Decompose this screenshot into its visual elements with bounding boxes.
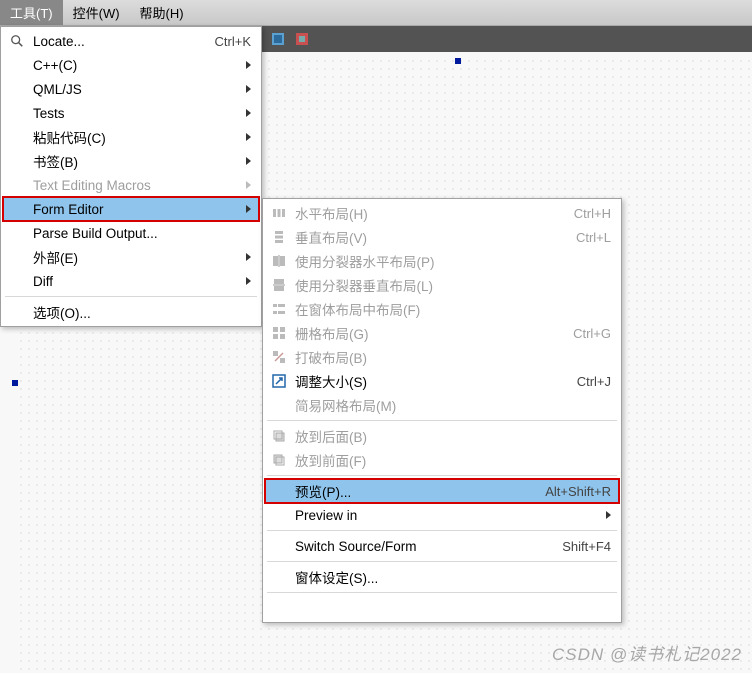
mi-external[interactable]: 外部(E) [3,245,259,269]
mi-options[interactable]: 选项(O)... [3,300,259,324]
mi-preview[interactable]: 预览(P)...Alt+Shift+R [265,479,619,503]
mi-locate[interactable]: Locate... Ctrl+K [3,29,259,53]
layout-h-icon [271,205,287,221]
menu-separator [267,530,617,531]
chevron-right-icon [246,61,251,69]
mi-parse-build[interactable]: Parse Build Output... [3,221,259,245]
chevron-right-icon [246,133,251,141]
mi-layout-v[interactable]: 垂直布局(V)Ctrl+L [265,225,619,249]
mi-bookmarks[interactable]: 书签(B) [3,149,259,173]
menu-help[interactable]: 帮助(H) [130,0,194,25]
splitter-h-icon [271,253,287,269]
toolbar-icon-1[interactable] [270,31,286,47]
mi-send-back[interactable]: 放到后面(B) [265,424,619,448]
menu-widgets[interactable]: 控件(W) [63,0,130,25]
search-icon [9,33,25,49]
mi-diff[interactable]: Diff [3,269,259,293]
chevron-right-icon [246,157,251,165]
tools-menu: Locate... Ctrl+K C++(C) QML/JS Tests 粘贴代… [0,26,262,327]
menu-separator [5,296,257,297]
grid-layout-icon [271,325,287,341]
menu-tools[interactable]: 工具(T) [0,0,63,25]
mi-adjust-size[interactable]: 调整大小(S)Ctrl+J [265,369,619,393]
send-back-icon [271,428,287,444]
mi-layout-h[interactable]: 水平布局(H)Ctrl+H [265,201,619,225]
selection-handle-left[interactable] [12,380,18,386]
bring-front-icon [271,452,287,468]
chevron-right-icon [246,253,251,261]
mi-splitter-h[interactable]: 使用分裂器水平布局(P) [265,249,619,273]
mi-simplify-grid[interactable]: 简易网格布局(M) [265,393,619,417]
mi-cpp[interactable]: C++(C) [3,53,259,77]
mi-qmljs[interactable]: QML/JS [3,77,259,101]
mi-form-editor[interactable]: Form Editor [3,197,259,221]
mi-form-layout[interactable]: 在窗体布局中布局(F) [265,297,619,321]
form-layout-icon [271,301,287,317]
chevron-right-icon [246,109,251,117]
menu-separator [267,561,617,562]
mi-form-settings[interactable]: 窗体设定(S)... [265,565,619,589]
watermark: CSDN @读书札记2022 [552,640,742,665]
menubar: 工具(T) 控件(W) 帮助(H) [0,0,752,26]
mi-preview-in[interactable]: Preview in [265,503,619,527]
mi-grid-layout[interactable]: 栅格布局(G)Ctrl+G [265,321,619,345]
layout-v-icon [271,229,287,245]
chevron-right-icon [246,277,251,285]
mi-paste-code[interactable]: 粘贴代码(C) [3,125,259,149]
mi-tests[interactable]: Tests [3,101,259,125]
selection-handle-top[interactable] [455,58,461,64]
toolbar-icon-2[interactable] [294,31,310,47]
mi-splitter-v[interactable]: 使用分裂器垂直布局(L) [265,273,619,297]
mi-text-macros[interactable]: Text Editing Macros [3,173,259,197]
menu-separator [267,420,617,421]
break-layout-icon [271,349,287,365]
menu-separator [267,475,617,476]
menu-separator [267,592,617,593]
mi-switch-source-form[interactable]: Switch Source/FormShift+F4 [265,534,619,558]
mi-break-layout[interactable]: 打破布局(B) [265,345,619,369]
chevron-right-icon [246,205,251,213]
resize-icon [271,373,287,389]
splitter-v-icon [271,277,287,293]
chevron-right-icon [246,181,251,189]
mi-about-designer-plugins[interactable] [265,596,619,620]
mi-bring-front[interactable]: 放到前面(F) [265,448,619,472]
form-editor-menu: 水平布局(H)Ctrl+H 垂直布局(V)Ctrl+L 使用分裂器水平布局(P)… [262,198,622,623]
chevron-right-icon [246,85,251,93]
chevron-right-icon [606,511,611,519]
